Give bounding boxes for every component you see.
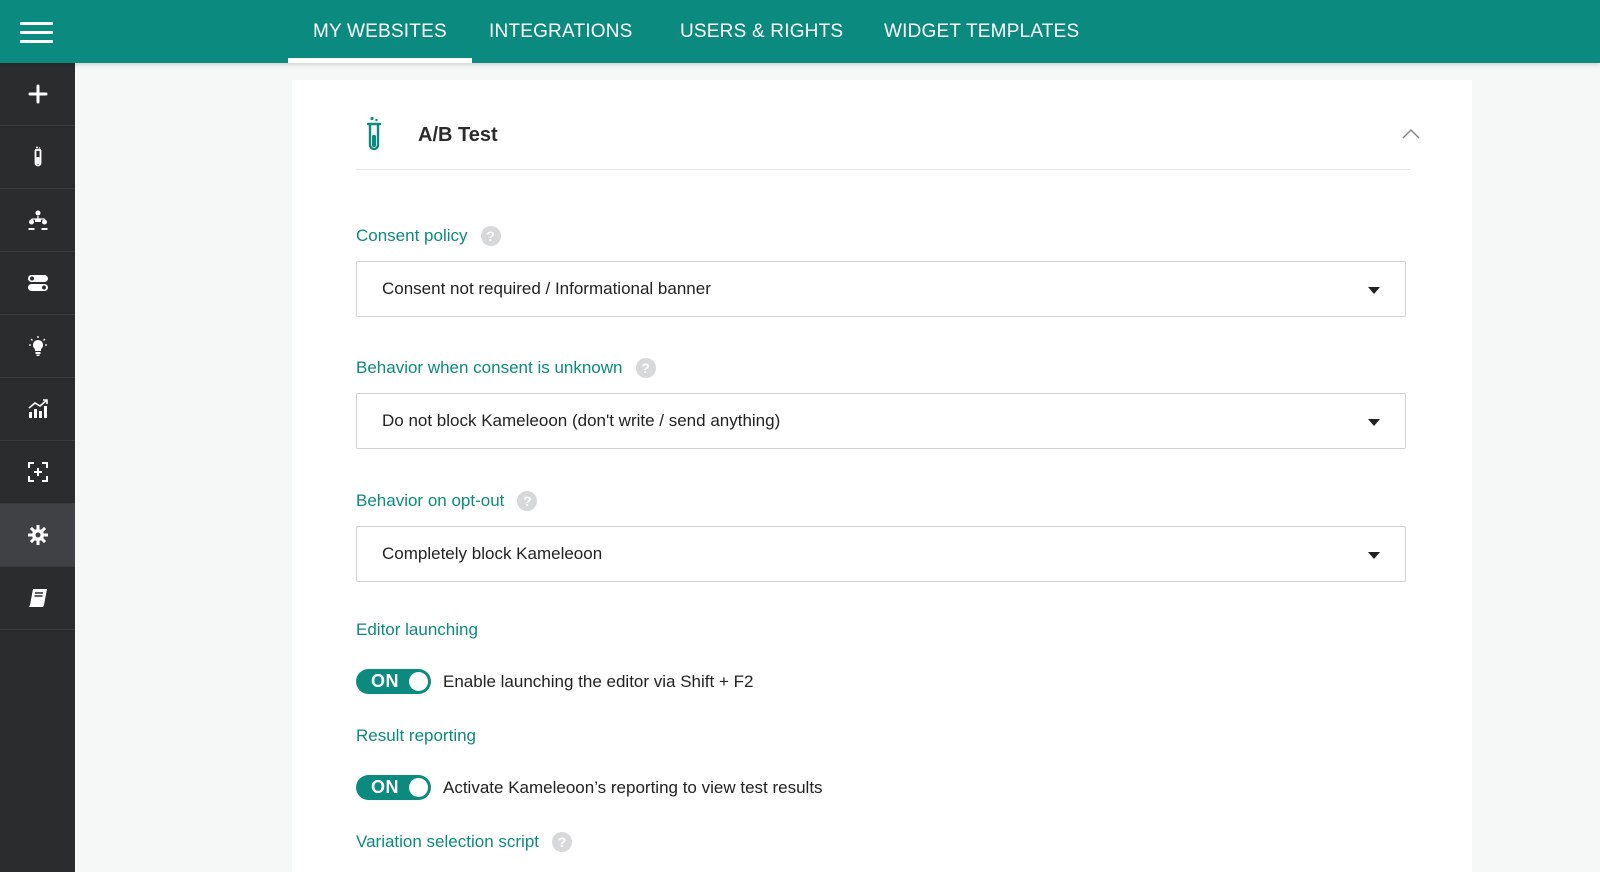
caret-down-icon (1368, 552, 1380, 559)
behavior-unknown-select[interactable]: Do not block Kameleoon (don't write / se… (356, 393, 1406, 449)
consent-policy-value: Consent not required / Informational ban… (382, 279, 711, 298)
sidebar-item-settings[interactable] (0, 504, 75, 567)
help-icon[interactable]: ? (552, 832, 572, 852)
test-tube-icon (366, 116, 382, 151)
card-title: A/B Test (418, 124, 498, 146)
behavior-optout-label: Behavior on opt-out ? (356, 491, 538, 511)
test-tube-icon (34, 146, 41, 167)
sidebar-item-segments[interactable] (0, 189, 75, 252)
sidebar-item-documentation[interactable] (0, 567, 75, 630)
sidebar-item-personalization[interactable] (0, 315, 75, 378)
sidebar (0, 63, 75, 872)
chevron-up-icon[interactable] (1402, 128, 1420, 140)
editor-launching-row: ON Enable launching the editor via Shift… (356, 669, 753, 694)
variation-script-label-text: Variation selection script (356, 832, 539, 851)
consent-policy-select[interactable]: Consent not required / Informational ban… (356, 261, 1406, 317)
tab-my-websites[interactable]: MY WEBSITES (288, 0, 472, 63)
caret-down-icon (1368, 287, 1380, 294)
toggles-icon (27, 275, 48, 291)
gear-icon (27, 525, 48, 545)
help-icon[interactable]: ? (635, 358, 656, 378)
plus-icon (28, 84, 47, 104)
caret-down-icon (1368, 419, 1380, 426)
tab-widget-templates[interactable]: WIDGET TEMPLATES (884, 0, 1079, 63)
hamburger-menu-icon[interactable] (20, 20, 53, 44)
tab-integrations[interactable]: INTEGRATIONS (489, 0, 633, 63)
card-header: A/B Test (356, 104, 1420, 170)
consent-policy-label-text: Consent policy (356, 226, 468, 245)
tab-users-rights[interactable]: USERS & RIGHTS (680, 0, 843, 63)
result-reporting-toggle[interactable]: ON (356, 775, 431, 800)
ab-test-settings-card: A/B Test Consent policy ? Consent not re… (292, 80, 1472, 872)
result-reporting-label: Result reporting (356, 726, 477, 745)
behavior-optout-value: Completely block Kameleoon (382, 544, 603, 563)
sidebar-item-create[interactable] (0, 63, 75, 126)
toggle-knob (409, 672, 428, 691)
target-icon (27, 462, 48, 482)
behavior-unknown-label: Behavior when consent is unknown ? (356, 358, 656, 378)
sidebar-item-goals[interactable] (0, 441, 75, 504)
behavior-unknown-value: Do not block Kameleoon (don't write / se… (382, 411, 781, 430)
sidebar-item-feature-flags[interactable] (0, 252, 75, 315)
editor-launching-toggle[interactable]: ON (356, 669, 431, 694)
help-icon[interactable]: ? (480, 226, 501, 246)
lightbulb-icon (28, 336, 47, 356)
result-reporting-row: ON Activate Kameleoon’s reporting to vie… (356, 775, 823, 800)
variation-script-label: Variation selection script ? (356, 832, 572, 852)
toggle-state-text: ON (371, 777, 399, 797)
top-nav-bar: MY WEBSITES INTEGRATIONS USERS & RIGHTS … (0, 0, 1600, 63)
result-reporting-description: Activate Kameleoon’s reporting to view t… (443, 777, 823, 797)
chart-icon (27, 399, 48, 418)
toggle-state-text: ON (371, 671, 399, 691)
book-icon (28, 589, 47, 607)
editor-launching-description: Enable launching the editor via Shift + … (443, 671, 754, 691)
segments-icon (28, 210, 47, 230)
help-icon[interactable]: ? (517, 491, 538, 511)
behavior-optout-select[interactable]: Completely block Kameleoon (356, 526, 1406, 582)
behavior-optout-label-text: Behavior on opt-out (356, 491, 505, 510)
consent-policy-label: Consent policy ? (356, 226, 501, 246)
toggle-knob (409, 778, 428, 797)
sidebar-item-ab-test[interactable] (0, 126, 75, 189)
editor-launching-label: Editor launching (356, 620, 478, 639)
behavior-unknown-label-text: Behavior when consent is unknown (356, 358, 623, 377)
sidebar-item-analytics[interactable] (0, 378, 75, 441)
